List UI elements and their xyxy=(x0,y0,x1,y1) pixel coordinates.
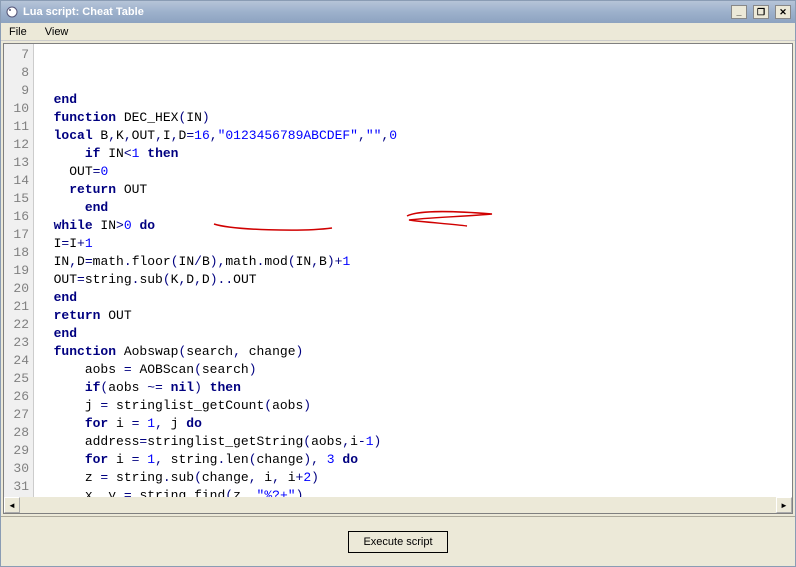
line-number: 20 xyxy=(4,280,33,298)
scroll-right-button[interactable]: ► xyxy=(776,497,792,513)
bottom-panel: Execute script xyxy=(1,516,795,566)
code-line[interactable]: return OUT xyxy=(38,181,792,199)
line-number: 24 xyxy=(4,352,33,370)
line-number: 10 xyxy=(4,100,33,118)
code-line[interactable]: for i = 1, j do xyxy=(38,415,792,433)
line-number: 11 xyxy=(4,118,33,136)
line-number: 17 xyxy=(4,226,33,244)
minimize-button[interactable]: _ xyxy=(731,5,747,19)
line-number: 8 xyxy=(4,64,33,82)
line-number: 7 xyxy=(4,46,33,64)
code-line[interactable]: address=stringlist_getString(aobs,i-1) xyxy=(38,433,792,451)
code-line[interactable]: end xyxy=(38,289,792,307)
execute-script-button[interactable]: Execute script xyxy=(348,531,447,553)
code-line[interactable]: return OUT xyxy=(38,307,792,325)
line-number: 30 xyxy=(4,460,33,478)
code-line[interactable]: function Aobswap(search, change) xyxy=(38,343,792,361)
code-line[interactable]: end xyxy=(38,199,792,217)
line-number: 26 xyxy=(4,388,33,406)
line-number: 16 xyxy=(4,208,33,226)
code-area[interactable]: end function DEC_HEX(IN) local B,K,OUT,I… xyxy=(34,44,792,497)
code-line[interactable]: j = stringlist_getCount(aobs) xyxy=(38,397,792,415)
line-number: 23 xyxy=(4,334,33,352)
code-line[interactable]: x, y = string.find(z, "%?+") xyxy=(38,487,792,497)
line-number-gutter: 7891011121314151617181920212223242526272… xyxy=(4,44,34,497)
close-button[interactable]: ✕ xyxy=(775,5,791,19)
window-title: Lua script: Cheat Table xyxy=(23,6,725,18)
menu-view[interactable]: View xyxy=(41,26,73,38)
line-number: 18 xyxy=(4,244,33,262)
code-line[interactable]: if IN<1 then xyxy=(38,145,792,163)
code-line[interactable]: OUT=string.sub(K,D,D)..OUT xyxy=(38,271,792,289)
line-number: 13 xyxy=(4,154,33,172)
line-number: 25 xyxy=(4,370,33,388)
titlebar: Lua script: Cheat Table _ ❐ ✕ xyxy=(1,1,795,23)
line-number: 27 xyxy=(4,406,33,424)
code-editor[interactable]: 7891011121314151617181920212223242526272… xyxy=(3,43,793,514)
line-number: 28 xyxy=(4,424,33,442)
line-number: 15 xyxy=(4,190,33,208)
code-line[interactable]: IN,D=math.floor(IN/B),math.mod(IN,B)+1 xyxy=(38,253,792,271)
scroll-track[interactable] xyxy=(20,497,776,513)
maximize-button[interactable]: ❐ xyxy=(753,5,769,19)
code-line[interactable]: for i = 1, string.len(change), 3 do xyxy=(38,451,792,469)
line-number: 21 xyxy=(4,298,33,316)
line-number: 14 xyxy=(4,172,33,190)
line-number: 9 xyxy=(4,82,33,100)
code-line[interactable]: if(aobs ~= nil) then xyxy=(38,379,792,397)
code-line[interactable]: OUT=0 xyxy=(38,163,792,181)
line-number: 29 xyxy=(4,442,33,460)
code-line[interactable]: local B,K,OUT,I,D=16,"0123456789ABCDEF",… xyxy=(38,127,792,145)
code-line[interactable]: end xyxy=(38,325,792,343)
menu-file[interactable]: File xyxy=(5,26,31,38)
code-line[interactable]: function DEC_HEX(IN) xyxy=(38,109,792,127)
line-number: 31 xyxy=(4,478,33,496)
scroll-left-button[interactable]: ◄ xyxy=(4,497,20,513)
code-line[interactable]: z = string.sub(change, i, i+2) xyxy=(38,469,792,487)
code-line[interactable]: aobs = AOBScan(search) xyxy=(38,361,792,379)
code-line[interactable]: end xyxy=(38,91,792,109)
horizontal-scrollbar[interactable]: ◄ ► xyxy=(4,497,792,513)
code-line[interactable]: while IN>0 do xyxy=(38,217,792,235)
app-icon xyxy=(5,5,19,19)
line-number: 12 xyxy=(4,136,33,154)
line-number: 19 xyxy=(4,262,33,280)
line-number: 22 xyxy=(4,316,33,334)
code-line[interactable]: I=I+1 xyxy=(38,235,792,253)
menubar: File View xyxy=(1,23,795,41)
